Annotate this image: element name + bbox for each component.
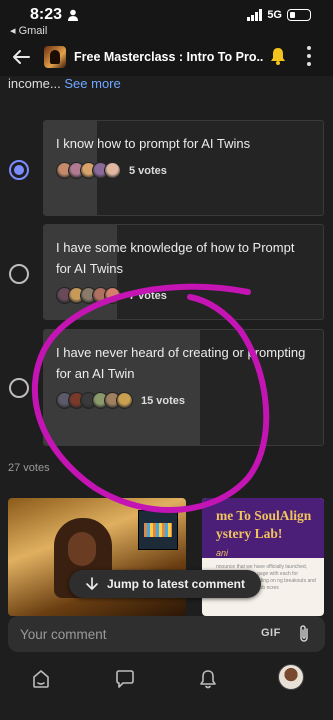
voter-avatars[interactable] [56, 392, 133, 409]
poll-total-votes: 27 votes [8, 462, 50, 474]
voter-avatars[interactable] [56, 162, 121, 179]
poll-option-text: I know how to prompt for AI Twins [56, 136, 251, 151]
bottom-navigation [0, 656, 333, 720]
portrait-face [68, 532, 96, 566]
page-title[interactable]: Free Masterclass : Intro To Pro... [74, 50, 264, 64]
vote-count: 7 votes [129, 289, 167, 302]
voter-avatar [104, 162, 121, 179]
voter-avatar [104, 287, 121, 304]
back-to-gmail-link[interactable]: ◂ Gmail [10, 24, 47, 37]
poll-radio[interactable] [9, 378, 29, 398]
paperclip-icon[interactable] [295, 624, 313, 644]
vote-count: 15 votes [141, 394, 186, 407]
poll-option-card[interactable]: I have never heard of creating or prompt… [43, 329, 324, 446]
notifications-icon[interactable] [197, 668, 219, 690]
see-more-link[interactable]: See more [64, 76, 120, 91]
poll-voters: 5 votes [56, 162, 311, 179]
poll-option-card[interactable]: I have some knowledge of how to Prompt f… [43, 224, 324, 320]
jump-to-latest-label: Jump to latest comment [106, 577, 246, 591]
jump-to-latest-button[interactable]: Jump to latest comment [69, 570, 261, 598]
more-options-icon[interactable] [306, 46, 312, 66]
attachment-image-portrait[interactable] [8, 498, 186, 616]
comment-composer: GIF [8, 616, 325, 652]
flyer-headline-1: me To SoulAlign [216, 508, 312, 523]
voter-avatars[interactable] [56, 287, 121, 304]
status-indicators: 5G [247, 9, 311, 21]
post-truncated-text: income... [8, 76, 61, 91]
chat-icon[interactable] [114, 668, 136, 690]
post-content: income... See more I know how to prompt … [0, 76, 333, 616]
back-arrow-icon[interactable] [10, 46, 32, 68]
profile-avatar[interactable] [278, 664, 304, 690]
voter-avatar [116, 392, 133, 409]
poll-voters: 15 votes [56, 392, 311, 409]
poll-option-text: I have some knowledge of how to Prompt f… [56, 240, 295, 276]
status-bar: 8:23 ◂ Gmail 5G [0, 0, 333, 38]
poll-radio-selected[interactable] [9, 160, 29, 180]
battery-icon [287, 9, 311, 21]
status-time: 8:23 [30, 6, 63, 23]
vote-count: 5 votes [129, 164, 167, 177]
flyer-name: ani [216, 548, 229, 558]
attachment-image-flyer[interactable]: me To SoulAlign ystery Lab! ani nnounce … [202, 498, 324, 616]
portrait-monitor [138, 510, 178, 550]
poll-option-text: I have never heard of creating or prompt… [56, 345, 306, 381]
post-excerpt: income... See more [8, 76, 121, 91]
app-header: Free Masterclass : Intro To Pro... [0, 38, 333, 76]
person-icon [68, 9, 78, 21]
comment-input[interactable] [20, 625, 240, 643]
home-icon[interactable] [30, 668, 52, 690]
arrow-down-icon [86, 577, 98, 590]
poll-radio[interactable] [9, 264, 29, 284]
gif-button[interactable]: GIF [261, 627, 281, 639]
group-thumbnail[interactable] [44, 46, 66, 68]
signal-icon [247, 9, 263, 21]
bell-icon[interactable] [268, 46, 288, 66]
network-type: 5G [267, 9, 282, 21]
poll-option-card[interactable]: I know how to prompt for AI Twins 5 vote… [43, 120, 324, 216]
poll-voters: 7 votes [56, 287, 311, 304]
flyer-headline-2: ystery Lab! [216, 526, 283, 541]
